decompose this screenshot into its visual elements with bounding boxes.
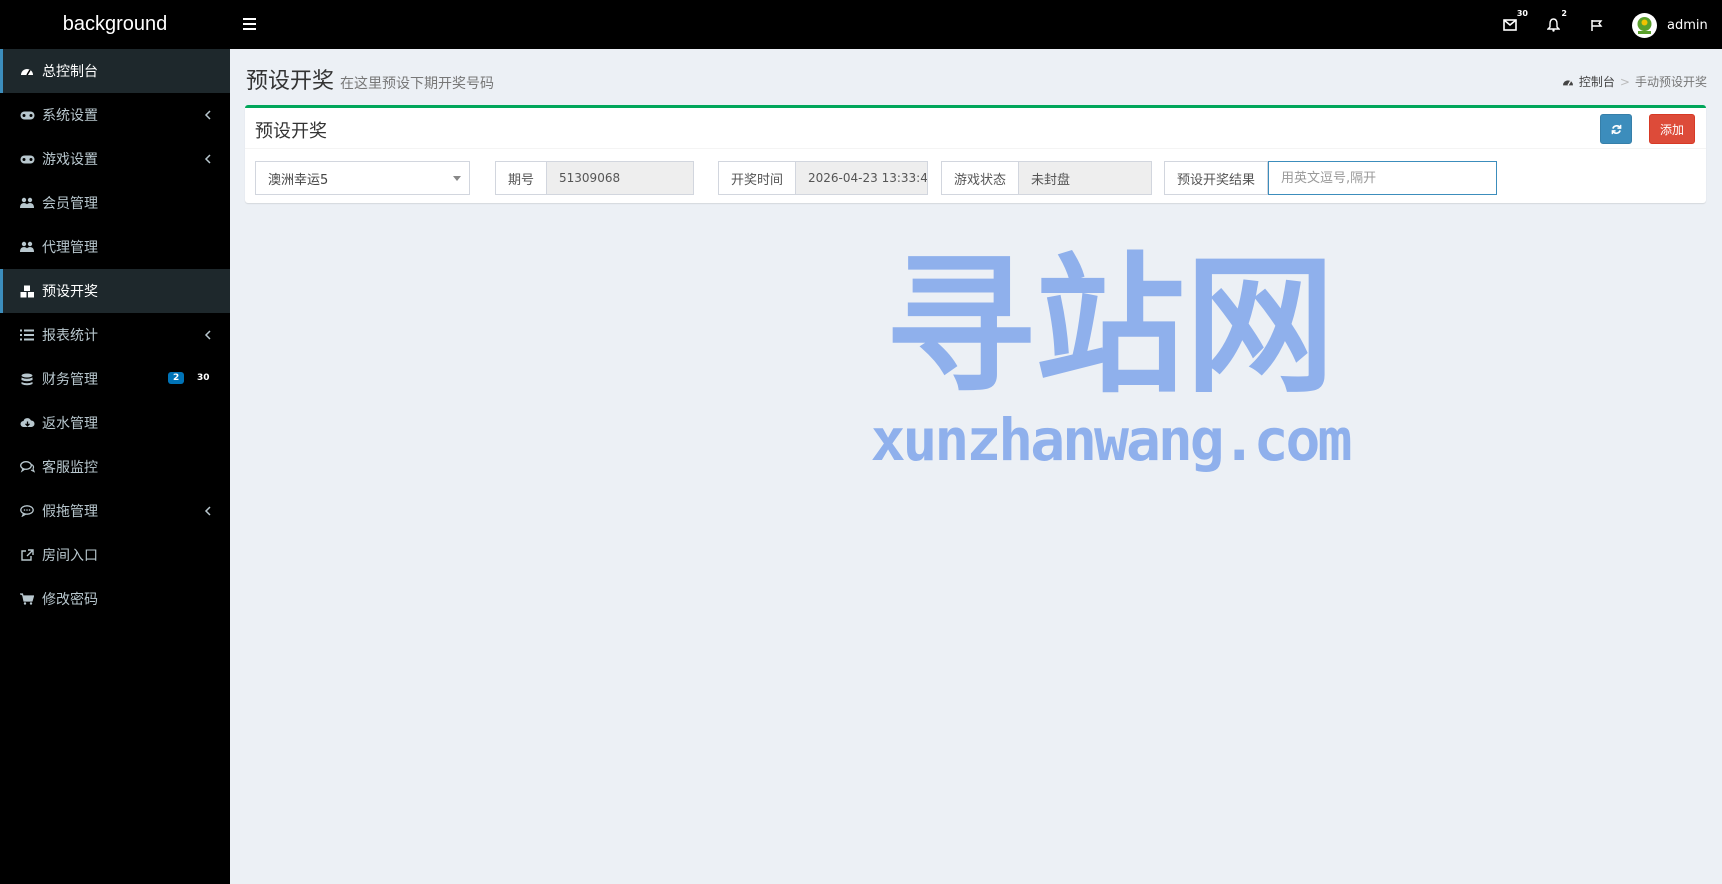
- caret-down-icon: [453, 176, 461, 181]
- sidebar-item-label: 会员管理: [42, 196, 98, 212]
- sidebar-item-dashboard[interactable]: 总控制台: [0, 49, 230, 93]
- preset-result-input[interactable]: [1268, 161, 1498, 195]
- sidebar-item-label: 修改密码: [42, 592, 98, 608]
- sidebar-item-label: 假拖管理: [42, 504, 98, 520]
- breadcrumb-separator: >: [1619, 74, 1630, 89]
- username: admin: [1667, 17, 1708, 33]
- comment-icon: [18, 504, 36, 518]
- chevron-left-icon: [204, 330, 211, 340]
- finance-badge-pending: 2: [168, 372, 185, 384]
- menu-toggle-icon[interactable]: [243, 14, 261, 34]
- game-status-value: 未封盘: [1019, 161, 1153, 195]
- sidebar-item-fake-users[interactable]: 假拖管理: [0, 489, 230, 533]
- sidebar-item-system-settings[interactable]: 系统设置: [0, 93, 230, 137]
- gamepad-icon: [18, 152, 36, 166]
- sidebar-item-agents[interactable]: 代理管理: [0, 225, 230, 269]
- preset-result-field: 预设开奖结果: [1164, 161, 1498, 195]
- users-icon: [18, 196, 36, 210]
- sidebar-item-label: 客服监控: [42, 460, 98, 476]
- game-select-value: 澳洲幸运5: [268, 172, 329, 188]
- bell-icon: [1546, 18, 1560, 32]
- gamepad-icon: [18, 108, 36, 122]
- dashboard-icon: [18, 64, 36, 78]
- draw-time-value: 2026-04-23 13:33:4: [796, 161, 929, 195]
- messages-button[interactable]: 30: [1497, 9, 1528, 38]
- dashboard-icon: [1562, 79, 1573, 86]
- notifications-badge: 2: [1561, 9, 1567, 18]
- chevron-left-icon: [204, 506, 211, 516]
- top-navbar: background 30 2 admin: [0, 0, 1722, 49]
- sidebar-item-label: 返水管理: [42, 416, 98, 432]
- tasks-button[interactable]: [1583, 12, 1609, 38]
- flag-icon: [1590, 19, 1602, 31]
- cubes-icon: [18, 284, 36, 298]
- sidebar-item-rebate[interactable]: 返水管理: [0, 401, 230, 445]
- refresh-icon: [1611, 124, 1621, 134]
- page-title: 预设开奖: [246, 69, 335, 94]
- sidebar-item-label: 报表统计: [42, 328, 98, 344]
- notifications-button[interactable]: 2: [1540, 9, 1567, 38]
- avatar: [1632, 12, 1657, 38]
- game-status-field: 游戏状态 未封盘: [941, 161, 1153, 195]
- database-icon: [18, 372, 36, 386]
- sidebar-item-label: 代理管理: [42, 240, 98, 256]
- page-header: 预设开奖 在这里预设下期开奖号码: [246, 63, 494, 95]
- sidebar-item-reports[interactable]: 报表统计: [0, 313, 230, 357]
- main-content: 预设开奖 在这里预设下期开奖号码 控制台 > 手动预设开奖 预设开奖 添加 澳洲…: [230, 49, 1722, 884]
- game-select[interactable]: 澳洲幸运5: [255, 161, 470, 195]
- messages-badge: 30: [1516, 9, 1528, 18]
- period-label: 期号: [495, 161, 548, 195]
- add-button[interactable]: 添加: [1649, 114, 1695, 144]
- sidebar-item-support-monitor[interactable]: 客服监控: [0, 445, 230, 489]
- game-status-label: 游戏状态: [941, 161, 1020, 195]
- sidebar-item-label: 系统设置: [42, 108, 98, 124]
- user-menu[interactable]: admin: [1632, 11, 1708, 39]
- breadcrumb-current: 手动预设开奖: [1634, 75, 1707, 89]
- cloud-download-icon: [18, 416, 36, 430]
- sidebar-item-game-settings[interactable]: 游戏设置: [0, 137, 230, 181]
- period-field: 期号 51309068: [495, 161, 695, 195]
- period-value: 51309068: [547, 161, 695, 195]
- cart-icon: [18, 592, 36, 606]
- sidebar-item-label: 游戏设置: [42, 152, 98, 168]
- sidebar-item-preset-draw[interactable]: 预设开奖: [0, 269, 230, 313]
- page-subtitle: 在这里预设下期开奖号码: [340, 76, 495, 92]
- sidebar-item-room-entry[interactable]: 房间入口: [0, 533, 230, 577]
- draw-time-label: 开奖时间: [718, 161, 797, 195]
- sidebar-item-change-password[interactable]: 修改密码: [0, 577, 230, 621]
- comments-icon: [18, 460, 36, 474]
- refresh-button[interactable]: [1600, 114, 1632, 144]
- mail-icon: [1503, 19, 1517, 31]
- users-icon: [18, 240, 36, 254]
- sidebar-item-label: 预设开奖: [42, 284, 98, 300]
- breadcrumb: 控制台 > 手动预设开奖: [1562, 73, 1707, 90]
- chevron-left-icon: [204, 110, 211, 120]
- external-link-icon: [18, 548, 36, 562]
- box-header: 预设开奖 添加: [245, 108, 1706, 149]
- preset-result-label: 预设开奖结果: [1164, 161, 1269, 195]
- draw-time-field: 开奖时间 2026-04-23 13:33:4: [718, 161, 929, 195]
- list-icon: [18, 328, 36, 342]
- sidebar-item-label: 房间入口: [42, 548, 98, 564]
- finance-badge-total: 30: [192, 372, 215, 384]
- sidebar-item-members[interactable]: 会员管理: [0, 181, 230, 225]
- sidebar-item-label: 总控制台: [42, 64, 98, 80]
- app-logo[interactable]: background: [0, 0, 230, 49]
- chevron-left-icon: [204, 154, 211, 164]
- box-title: 预设开奖: [255, 121, 327, 142]
- sidebar-item-label: 财务管理: [42, 372, 98, 388]
- breadcrumb-home-link[interactable]: 控制台: [1579, 73, 1615, 90]
- sidebar-item-finance[interactable]: 财务管理 2 30: [0, 357, 230, 401]
- sidebar: 总控制台 系统设置 游戏设置 会员管理 代理管理 预设开奖 报表统计 财务管理 …: [0, 49, 230, 884]
- preset-draw-box: 预设开奖 添加 澳洲幸运5 期号 51309068 开奖时间 2026-04-2…: [245, 105, 1706, 203]
